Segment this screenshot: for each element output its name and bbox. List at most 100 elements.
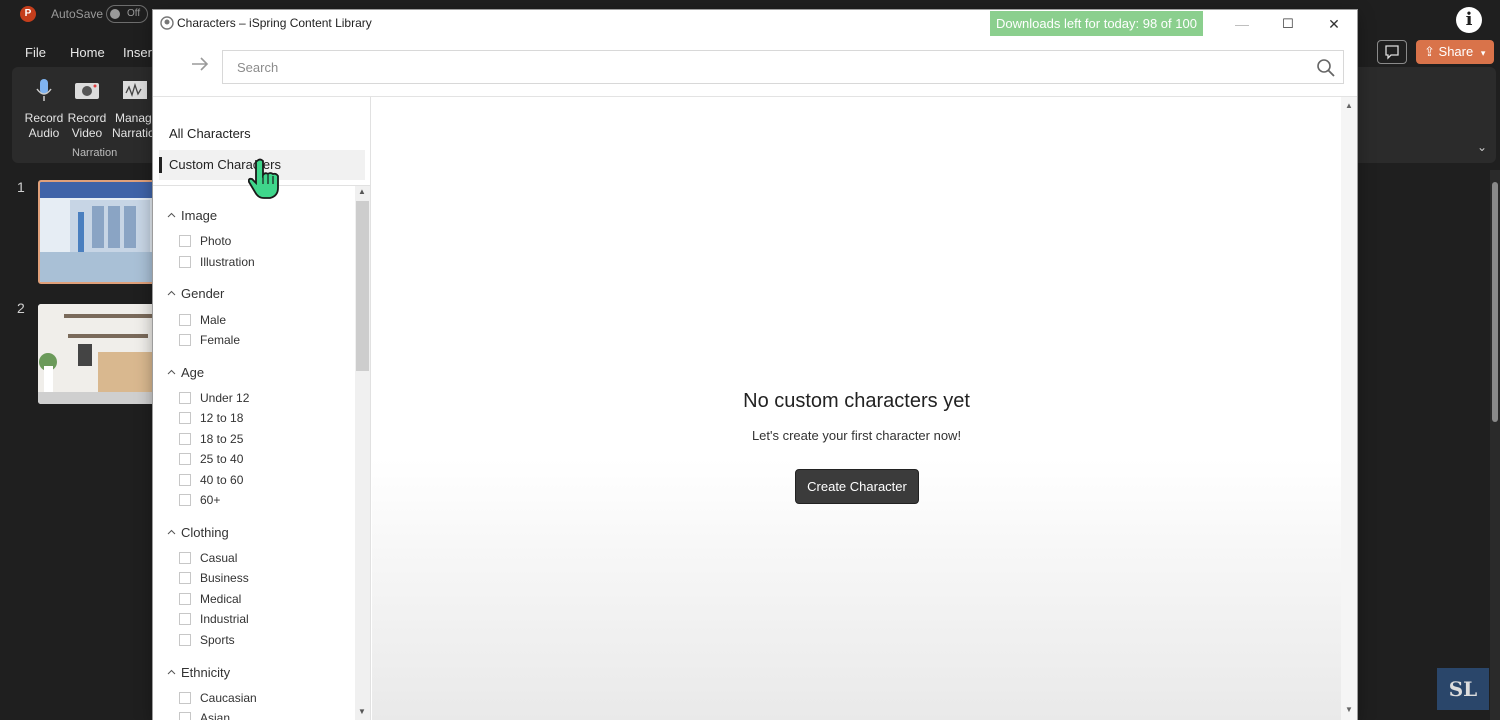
empty-state-subtitle: Let's create your first character now! bbox=[751, 428, 962, 443]
filter-group-age[interactable]: Age bbox=[167, 365, 204, 380]
option-label: Under 12 bbox=[200, 391, 250, 405]
filter-option-male[interactable]: Male bbox=[179, 312, 226, 328]
filter-group-image[interactable]: Image bbox=[167, 208, 217, 223]
create-character-button[interactable]: Create Character bbox=[795, 469, 919, 504]
checkbox[interactable] bbox=[179, 433, 191, 445]
slide-scrollbar[interactable] bbox=[1490, 170, 1500, 720]
filter-group-ethnicity[interactable]: Ethnicity bbox=[167, 665, 230, 680]
manage-narration-button[interactable]: Manage Narration bbox=[111, 77, 159, 141]
filter-option-60-plus[interactable]: 60+ bbox=[179, 492, 220, 508]
slide-number-1: 1 bbox=[17, 179, 25, 195]
search-bar-area bbox=[153, 38, 1357, 96]
window-titlebar: Characters – iSpring Content Library Dow… bbox=[153, 10, 1357, 38]
hand-pointer-cursor-icon bbox=[248, 158, 279, 199]
checkbox[interactable] bbox=[179, 392, 191, 404]
checkbox[interactable] bbox=[179, 572, 191, 584]
checkbox[interactable] bbox=[179, 235, 191, 247]
filters-panel: Image Photo Illustration Gender Male Fem… bbox=[153, 186, 355, 720]
narration-group-label: Narration bbox=[72, 147, 118, 159]
checkbox[interactable] bbox=[179, 634, 191, 646]
filter-option-12-to-18[interactable]: 12 to 18 bbox=[179, 410, 243, 426]
slide-thumbnail-2[interactable] bbox=[38, 304, 156, 404]
scroll-up-arrow-icon[interactable]: ▲ bbox=[1345, 101, 1353, 110]
info-icon[interactable]: i bbox=[1456, 7, 1482, 33]
filter-option-illustration[interactable]: Illustration bbox=[179, 254, 255, 270]
content-scrollbar[interactable]: ▲ ▼ bbox=[1341, 97, 1357, 720]
option-label: Photo bbox=[200, 234, 232, 248]
option-label: 40 to 60 bbox=[200, 473, 244, 487]
share-button[interactable]: ⇪ Share ▾ bbox=[1416, 40, 1494, 64]
filters-scrollbar[interactable]: ▲ ▼ bbox=[355, 186, 370, 720]
menu-file[interactable]: File bbox=[25, 45, 46, 60]
menu-insert[interactable]: Insert bbox=[123, 45, 156, 60]
checkbox[interactable] bbox=[179, 494, 191, 506]
window-title: Characters – iSpring Content Library bbox=[177, 16, 372, 30]
option-label: Male bbox=[200, 313, 227, 327]
checkbox[interactable] bbox=[179, 712, 191, 720]
filter-option-40-to-60[interactable]: 40 to 60 bbox=[179, 472, 243, 488]
ribbon-expand-chevron-icon[interactable]: ⌄ bbox=[1477, 140, 1487, 154]
arrow-right-icon[interactable] bbox=[189, 53, 211, 75]
filter-group-title: Clothing bbox=[181, 525, 229, 540]
nav-all-characters[interactable]: All Characters bbox=[159, 119, 365, 149]
filter-group-title: Ethnicity bbox=[181, 665, 231, 680]
option-label: Medical bbox=[200, 592, 242, 606]
maximize-button[interactable]: ☐ bbox=[1265, 10, 1311, 38]
filter-option-caucasian[interactable]: Caucasian bbox=[179, 690, 257, 706]
kitchen-scene-image bbox=[38, 304, 156, 404]
search-input[interactable] bbox=[222, 50, 1344, 84]
checkbox[interactable] bbox=[179, 412, 191, 424]
filter-option-business[interactable]: Business bbox=[179, 570, 249, 586]
record-video-button[interactable]: Record Video bbox=[65, 77, 109, 141]
checkbox[interactable] bbox=[179, 474, 191, 486]
filter-option-asian[interactable]: Asian bbox=[179, 710, 230, 720]
checkbox[interactable] bbox=[179, 453, 191, 465]
checkbox[interactable] bbox=[179, 692, 191, 704]
downloads-left-badge: Downloads left for today: 98 of 100 bbox=[990, 11, 1203, 36]
autosave-toggle[interactable]: Off bbox=[106, 5, 148, 23]
microphone-icon bbox=[36, 79, 52, 101]
filter-option-female[interactable]: Female bbox=[179, 332, 240, 348]
share-icon: ⇪ bbox=[1424, 44, 1435, 59]
checkbox[interactable] bbox=[179, 334, 191, 346]
checkbox[interactable] bbox=[179, 593, 191, 605]
scrollbar-thumb[interactable] bbox=[1492, 182, 1498, 422]
empty-state-title: No custom characters yet bbox=[743, 390, 970, 412]
option-label: Asian bbox=[200, 711, 231, 720]
record-audio-line1: Record bbox=[24, 111, 64, 125]
minimize-button[interactable]: — bbox=[1219, 10, 1265, 38]
record-audio-button[interactable]: Record Audio bbox=[22, 77, 66, 141]
filter-group-gender[interactable]: Gender bbox=[167, 286, 224, 301]
filter-option-25-to-40[interactable]: 25 to 40 bbox=[179, 451, 243, 467]
filter-option-18-to-25[interactable]: 18 to 25 bbox=[179, 431, 243, 447]
scroll-down-arrow-icon[interactable]: ▼ bbox=[358, 707, 366, 716]
filter-option-photo[interactable]: Photo bbox=[179, 233, 231, 249]
filter-option-casual[interactable]: Casual bbox=[179, 550, 237, 566]
share-label: Share bbox=[1438, 44, 1474, 59]
option-label: Sports bbox=[200, 633, 235, 647]
scroll-up-arrow-icon[interactable]: ▲ bbox=[358, 187, 366, 196]
manage-narration-line1: Manage bbox=[115, 111, 159, 125]
checkbox[interactable] bbox=[179, 256, 191, 268]
filter-option-under-12[interactable]: Under 12 bbox=[179, 390, 249, 406]
filter-option-sports[interactable]: Sports bbox=[179, 632, 235, 648]
checkbox[interactable] bbox=[179, 314, 191, 326]
search-icon[interactable] bbox=[1316, 58, 1336, 78]
filter-option-medical[interactable]: Medical bbox=[179, 591, 241, 607]
option-label: Casual bbox=[200, 551, 238, 565]
checkbox[interactable] bbox=[179, 552, 191, 564]
filter-group-title: Image bbox=[181, 208, 218, 223]
checkbox[interactable] bbox=[179, 613, 191, 625]
option-label: Industrial bbox=[200, 612, 249, 626]
menu-home[interactable]: Home bbox=[70, 45, 105, 60]
slide-thumbnail-1[interactable] bbox=[38, 180, 156, 284]
close-button[interactable]: ✕ bbox=[1311, 10, 1357, 38]
filter-group-clothing[interactable]: Clothing bbox=[167, 525, 229, 540]
scroll-down-arrow-icon[interactable]: ▼ bbox=[1345, 705, 1353, 714]
scrollbar-thumb[interactable] bbox=[356, 201, 369, 371]
filter-option-industrial[interactable]: Industrial bbox=[179, 611, 249, 627]
comments-button[interactable] bbox=[1377, 40, 1407, 64]
record-video-line2: Video bbox=[71, 126, 103, 140]
slide-number-2: 2 bbox=[17, 300, 25, 316]
powerpoint-logo-icon: P bbox=[20, 6, 36, 22]
